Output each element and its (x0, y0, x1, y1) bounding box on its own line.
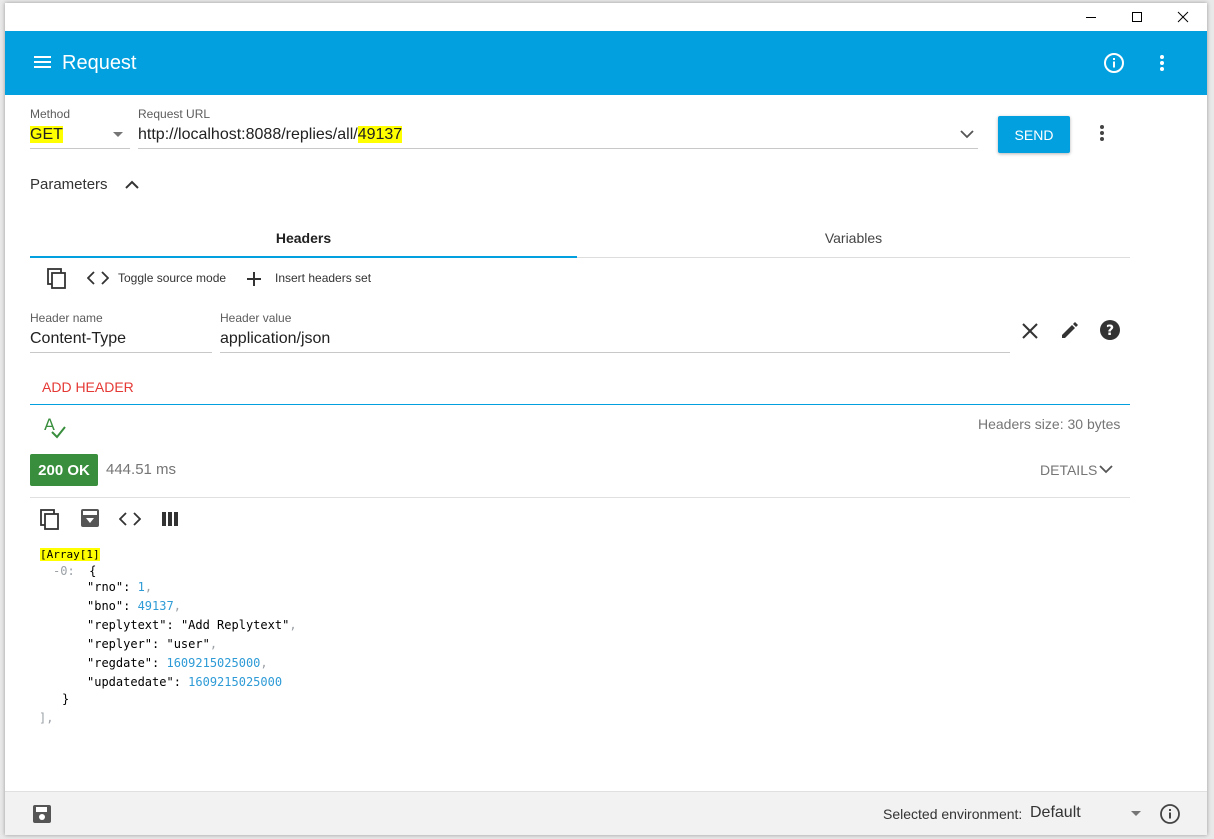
code-icon[interactable] (87, 270, 109, 286)
about-button[interactable] (1102, 51, 1126, 75)
tab-active-indicator (30, 256, 577, 258)
method-label: Method (30, 107, 71, 121)
json-field-replyer: "replyer": "user", (87, 637, 218, 651)
columns-icon[interactable] (161, 511, 179, 527)
url-label: Request URL (138, 107, 211, 121)
app-window: Request Method GET Request URL http://lo… (5, 3, 1207, 835)
response-divider (30, 497, 1130, 498)
close-window-button[interactable] (1160, 3, 1206, 31)
status-badge: 200 OK (30, 454, 98, 486)
copy-response-icon[interactable] (39, 508, 61, 532)
info-icon (1104, 53, 1124, 73)
json-close-brace: } (62, 692, 70, 706)
header-value-underline (220, 352, 1010, 353)
header-name-label: Header name (30, 311, 103, 325)
json-value: 1609215025000 (188, 675, 283, 689)
app-menu-button[interactable] (1150, 51, 1174, 75)
hamburger-menu-icon (34, 56, 51, 68)
response-time: 444.51 ms (106, 461, 177, 478)
minimize-icon (1086, 17, 1096, 18)
header-name-input[interactable]: Content-Type (30, 330, 126, 348)
json-key: "regdate" (87, 656, 153, 670)
close-icon (1177, 11, 1189, 23)
add-header-button[interactable]: ADD HEADER (42, 379, 134, 395)
save-response-icon[interactable] (80, 508, 100, 528)
insert-headers-set-button[interactable]: Insert headers set (275, 271, 371, 285)
json-value: "user" (166, 637, 210, 651)
json-key: "replytext" (87, 618, 167, 632)
json-value: 49137 (137, 599, 174, 613)
method-select[interactable]: GET (30, 126, 63, 144)
remove-header-close-icon[interactable] (1021, 322, 1039, 340)
more-vert-icon (1160, 55, 1164, 71)
environment-info-icon[interactable] (1159, 803, 1181, 825)
chevron-up-icon[interactable] (124, 179, 140, 191)
minimize-button[interactable] (1068, 3, 1114, 31)
json-value: "Add Replytext" (180, 618, 290, 632)
environment-label: Selected environment: (883, 806, 1023, 822)
copy-icon[interactable] (46, 267, 68, 291)
json-comma: , (260, 656, 268, 670)
json-comma: , (289, 618, 297, 632)
request-more-vert-icon[interactable] (1090, 121, 1114, 145)
save-icon[interactable] (32, 804, 52, 824)
json-field-updatedate: "updatedate": 1609215025000 (87, 675, 283, 689)
json-index[interactable]: -0: (53, 564, 75, 578)
details-chevron-down-icon[interactable] (1099, 464, 1113, 474)
json-field-bno: "bno": 49137, (87, 599, 181, 613)
url-underline (138, 148, 978, 149)
json-key: "updatedate" (87, 675, 174, 689)
plus-icon[interactable] (246, 271, 262, 287)
parameters-toggle[interactable]: Parameters (30, 176, 108, 193)
url-prefix: http://localhost:8088/replies/all/ (138, 126, 358, 143)
json-key: "rno" (87, 580, 124, 594)
page-title: Request (62, 52, 137, 74)
environment-select[interactable]: Default (1030, 804, 1081, 822)
maximize-button[interactable] (1114, 3, 1160, 31)
header-value-label: Header value (220, 311, 292, 325)
maximize-icon (1132, 12, 1142, 22)
json-array-label-text: [Array[1] (40, 548, 100, 561)
send-button[interactable]: SEND (998, 116, 1070, 153)
method-dropdown-icon (113, 132, 123, 137)
menu-button[interactable] (32, 51, 54, 73)
url-input[interactable]: http://localhost:8088/replies/all/49137 (138, 126, 403, 144)
response-code-icon[interactable] (119, 511, 141, 527)
headers-editor-divider (30, 404, 1130, 405)
svg-text:A: A (44, 415, 55, 434)
json-close-array: ], (39, 711, 54, 725)
details-toggle[interactable]: DETAILS (1040, 462, 1097, 478)
edit-pencil-icon[interactable] (1060, 320, 1080, 340)
header-name-underline (30, 352, 212, 353)
json-key: "bno" (87, 599, 124, 613)
svg-text:?: ? (1106, 323, 1114, 339)
json-comma: , (209, 637, 218, 651)
method-underline (30, 148, 130, 149)
json-field-rno: "rno": 1, (87, 580, 153, 594)
headers-size-text: Headers size: 30 bytes (978, 416, 1121, 432)
tab-variables[interactable]: Variables (577, 215, 1130, 260)
environment-dropdown-icon[interactable] (1131, 811, 1141, 817)
window-titlebar (5, 3, 1207, 31)
json-field-regdate: "regdate": 1609215025000, (87, 656, 268, 670)
json-key: "replyer" (87, 637, 153, 651)
url-history-chevron-down-icon[interactable] (960, 129, 974, 139)
json-comma: , (144, 580, 153, 594)
json-value: 1609215025000 (166, 656, 261, 670)
json-comma: , (173, 599, 181, 613)
json-value: 1 (137, 580, 145, 594)
spellcheck-icon[interactable]: A (43, 415, 67, 439)
help-icon[interactable]: ? (1099, 319, 1121, 341)
url-id: 49137 (357, 126, 403, 143)
footer-bar: Selected environment: Default (5, 791, 1207, 835)
header-value-input[interactable]: application/json (220, 330, 330, 348)
app-bar: Request (5, 31, 1207, 95)
json-open-brace: { (89, 564, 97, 578)
toggle-source-mode-button[interactable]: Toggle source mode (118, 271, 226, 285)
method-value: GET (30, 126, 63, 143)
tab-headers[interactable]: Headers (30, 215, 577, 260)
json-field-replytext: "replytext": "Add Replytext", (87, 618, 297, 632)
